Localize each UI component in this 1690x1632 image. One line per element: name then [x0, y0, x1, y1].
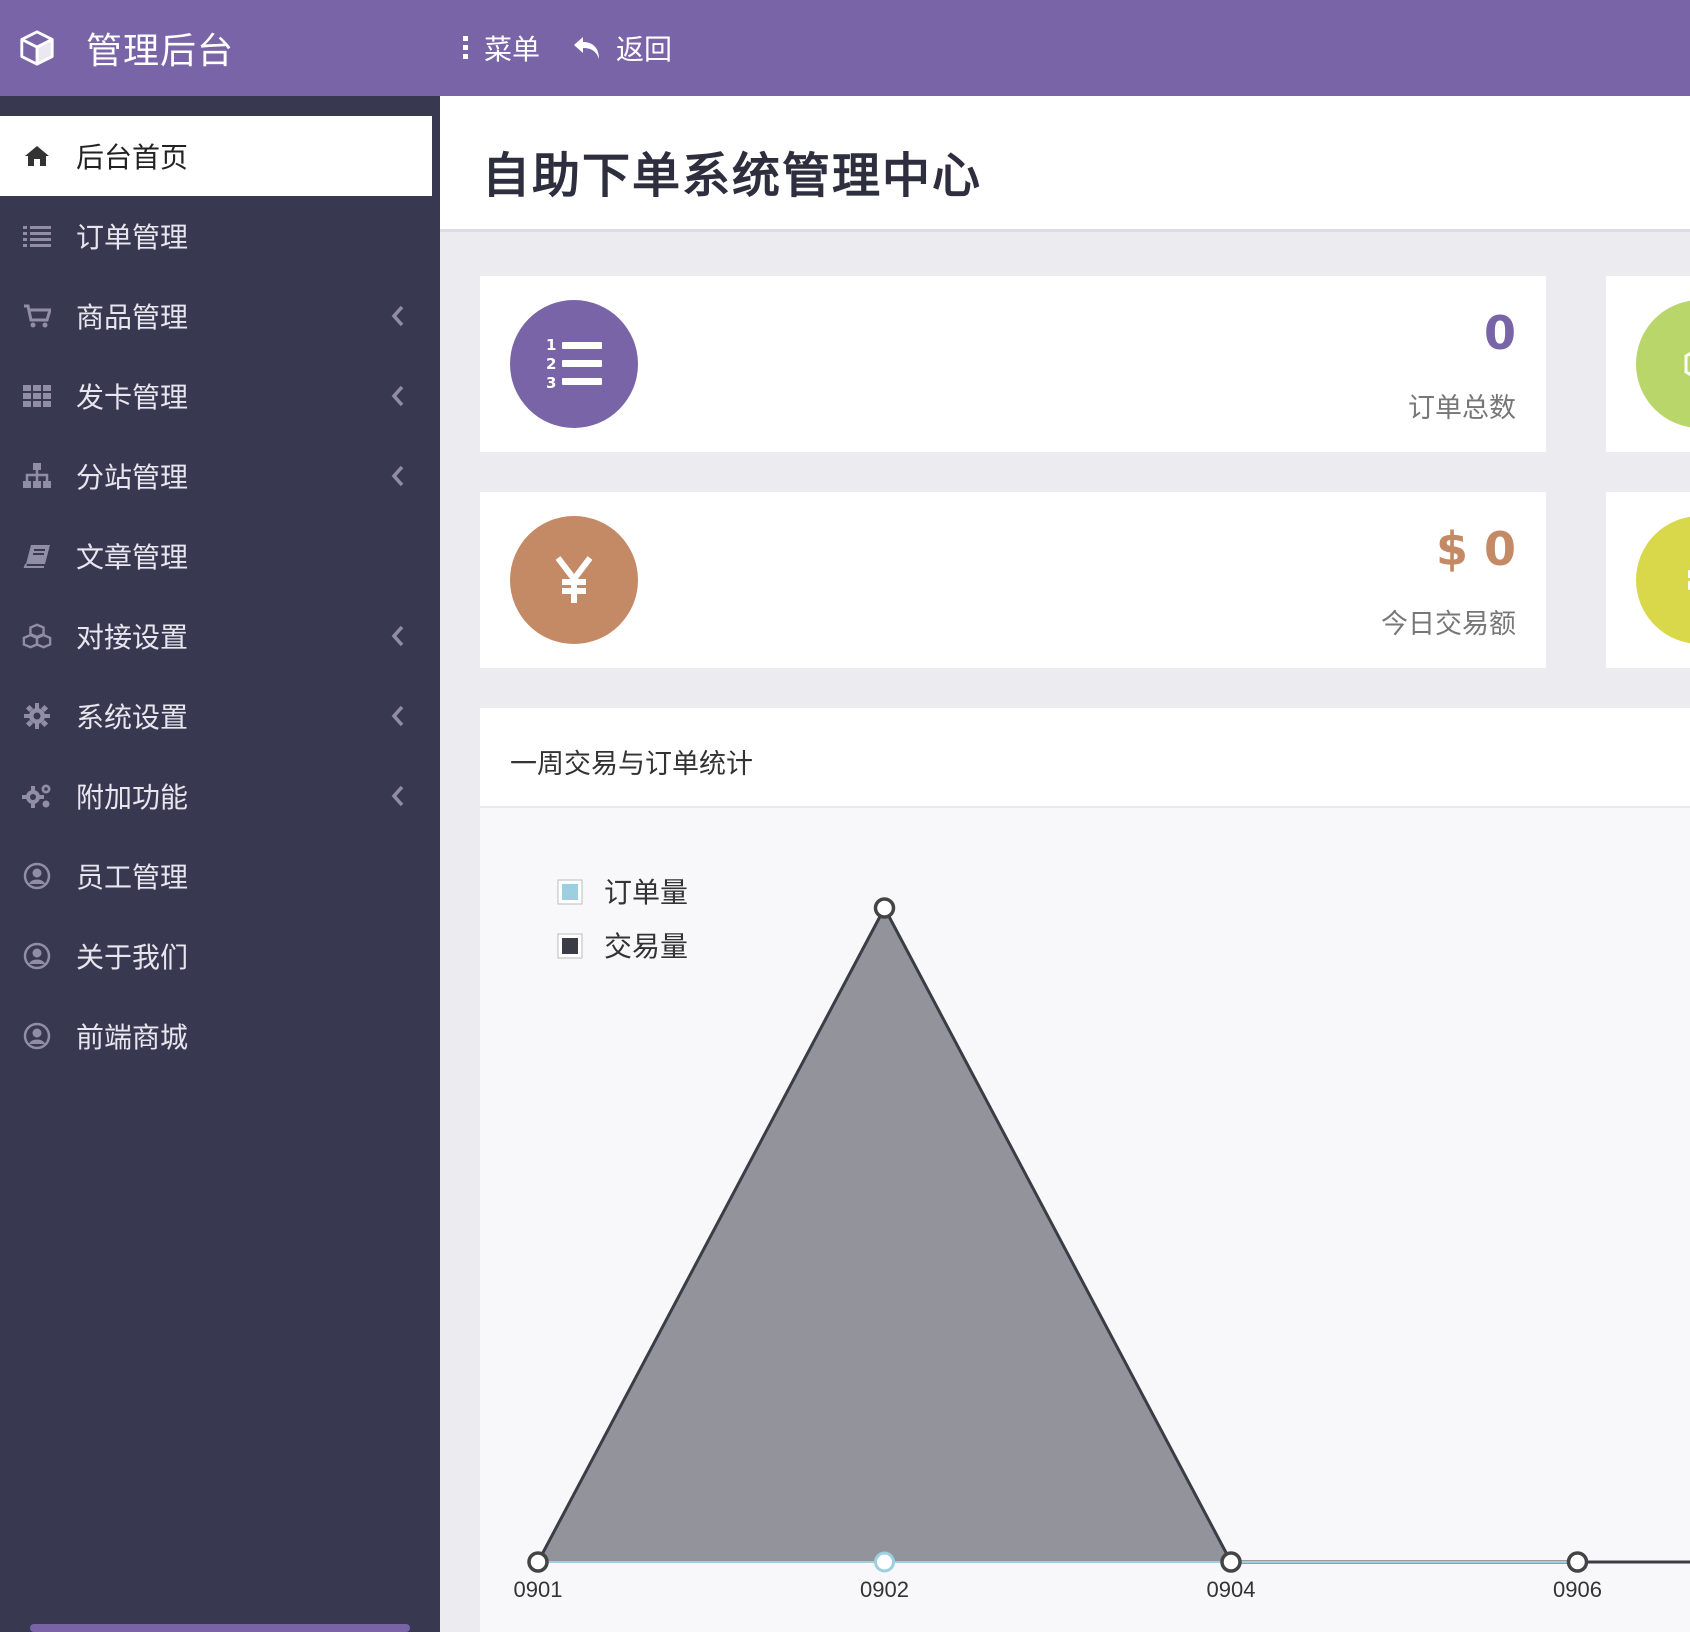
sidebar-item-staff[interactable]: 员工管理 — [0, 836, 432, 916]
stat-circle-icon — [1636, 516, 1690, 644]
sitemap-icon — [22, 461, 52, 491]
main-content: 自助下单系统管理中心 123 0 订单总数 $ 0 今日交易额 一周交易与订单统… — [440, 96, 1690, 1632]
sidebar-item-about[interactable]: 关于我们 — [0, 916, 432, 996]
top-nav: 菜单 返回 — [462, 0, 704, 96]
cube-icon — [20, 30, 54, 66]
list-icon — [22, 221, 52, 251]
sidebar-item-addons[interactable]: 附加功能 — [0, 756, 432, 836]
user-circle-icon — [22, 1021, 52, 1051]
x-tick-label: 0901 — [514, 1577, 563, 1602]
cubes-icon — [22, 621, 52, 651]
chevron-left-icon — [391, 785, 404, 807]
svg-text:3: 3 — [546, 374, 556, 392]
stat-card-partial-1 — [1606, 276, 1690, 452]
stat-circle-icon — [1636, 300, 1690, 428]
data-point-trade — [1566, 1551, 1589, 1573]
chevron-left-icon — [391, 625, 404, 647]
back-button[interactable]: 返回 — [572, 28, 672, 68]
sidebar-bottom-bar — [30, 1624, 410, 1632]
grid-icon — [22, 381, 52, 411]
back-label: 返回 — [616, 33, 673, 66]
gears-icon — [22, 781, 52, 811]
sidebar-item-label: 商品管理 — [76, 301, 189, 334]
today-revenue-label: 今日交易额 — [1381, 609, 1516, 640]
chart-title: 一周交易与订单统计 — [510, 749, 753, 780]
stat-card-orders: 123 0 订单总数 — [480, 276, 1546, 452]
sidebar-item-storefront[interactable]: 前端商城 — [0, 996, 432, 1076]
today-revenue-value: $ 0 — [1435, 522, 1516, 576]
gear-icon — [22, 701, 52, 731]
sidebar-item-label: 文章管理 — [76, 541, 189, 574]
chevron-left-icon — [391, 465, 404, 487]
order-total-label: 订单总数 — [1408, 393, 1516, 424]
sidebar-item-label: 分站管理 — [76, 461, 189, 494]
svg-text:1: 1 — [546, 336, 556, 354]
chevron-left-icon — [391, 705, 404, 727]
legend-swatch — [562, 884, 578, 900]
sidebar-item-products[interactable]: 商品管理 — [0, 276, 432, 356]
order-total-value: 0 — [1483, 306, 1516, 360]
data-point-trade — [873, 897, 896, 919]
sidebar-item-label: 发卡管理 — [76, 381, 189, 414]
book-icon — [22, 541, 52, 571]
chevron-left-icon — [391, 385, 404, 407]
legend-swatch — [562, 938, 578, 954]
page-title: 自助下单系统管理中心 — [482, 148, 983, 204]
sidebar-item-label: 前端商城 — [76, 1021, 189, 1054]
sidebar-item-home[interactable]: 后台首页 — [0, 116, 432, 196]
sidebar-item-label: 系统设置 — [76, 701, 189, 734]
user-circle-icon — [22, 861, 52, 891]
sidebar-item-integration[interactable]: 对接设置 — [0, 596, 432, 676]
reply-icon — [574, 37, 600, 59]
sidebar-item-orders[interactable]: 订单管理 — [0, 196, 432, 276]
chart-header: 一周交易与订单统计 — [480, 708, 1690, 808]
brand-title: 管理后台 — [86, 31, 235, 72]
chevron-left-icon — [391, 305, 404, 327]
sidebar-item-substations[interactable]: 分站管理 — [0, 436, 432, 516]
data-point-trade — [1220, 1551, 1242, 1573]
chart-card: 一周交易与订单统计 0901 0902 0904 0906 订单量交易量 — [480, 708, 1690, 1632]
sidebar-item-label: 对接设置 — [76, 621, 189, 654]
top-bar: 管理后台 菜单 返回 — [0, 0, 1690, 96]
sidebar-item-label: 附加功能 — [76, 781, 189, 814]
user-circle-icon — [22, 941, 52, 971]
sidebar-item-label: 后台首页 — [76, 141, 189, 174]
svg-text:2: 2 — [546, 355, 556, 373]
weekly-chart: 0901 0902 0904 0906 订单量交易量 — [514, 876, 1690, 1602]
menu-label: 菜单 — [484, 33, 541, 66]
sidebar-item-articles[interactable]: 文章管理 — [0, 516, 432, 596]
legend-label: 交易量 — [604, 930, 688, 963]
sidebar-item-system-settings[interactable]: 系统设置 — [0, 676, 432, 756]
page-header: 自助下单系统管理中心 — [440, 96, 1690, 232]
x-tick-label: 0904 — [1207, 1577, 1256, 1602]
legend-label: 订单量 — [604, 876, 688, 909]
data-point-trade — [527, 1551, 549, 1573]
data-point-orders — [874, 1551, 895, 1573]
yen-icon — [510, 516, 638, 644]
vertical-dots-icon — [463, 36, 468, 59]
sidebar-item-label: 订单管理 — [76, 221, 189, 254]
ordered-list-icon: 123 — [510, 300, 638, 428]
home-icon — [22, 141, 52, 171]
x-tick-label: 0902 — [860, 1577, 909, 1602]
sidebar: 后台首页 订单管理 商品管理 发卡管理 分站管理 文章管理 对接设置 系统设置 … — [0, 96, 440, 1632]
sidebar-item-cards[interactable]: 发卡管理 — [0, 356, 432, 436]
sidebar-item-label: 员工管理 — [76, 861, 189, 894]
x-tick-label: 0906 — [1553, 1577, 1602, 1602]
stat-card-revenue: $ 0 今日交易额 — [480, 492, 1546, 668]
sidebar-item-label: 关于我们 — [76, 941, 189, 974]
brand[interactable]: 管理后台 — [0, 0, 440, 96]
cart-icon — [22, 301, 52, 331]
stat-card-partial-2 — [1606, 492, 1690, 668]
menu-button[interactable]: 菜单 — [462, 28, 540, 68]
